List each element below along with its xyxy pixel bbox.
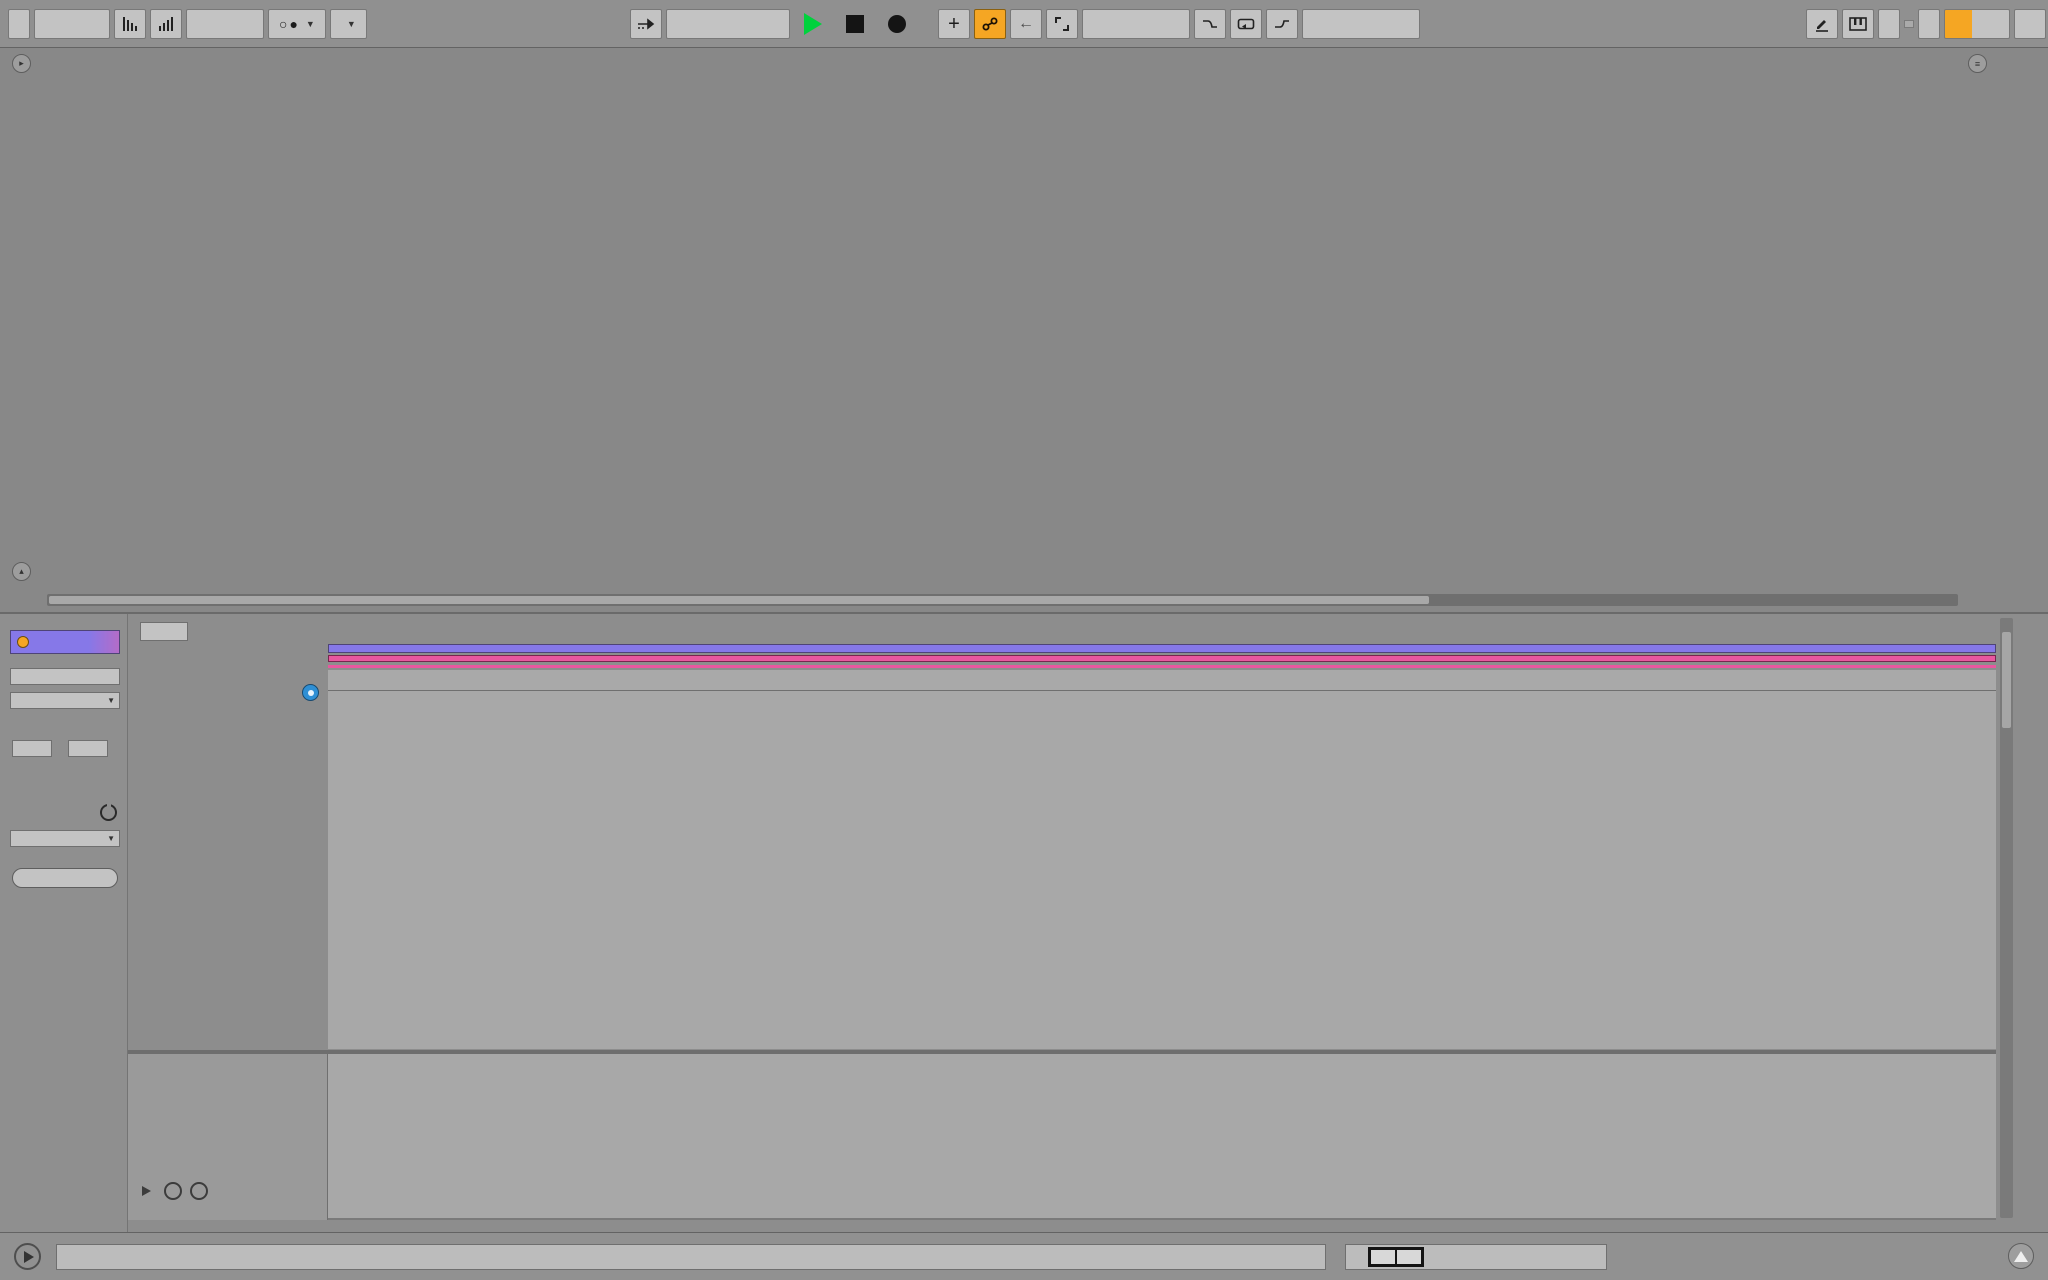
loop-bar-clip2-line [328,665,1996,668]
keyboard-icon [1849,17,1867,31]
beat-time-ruler[interactable] [328,618,1996,642]
loop-bar-clip1[interactable] [328,644,1996,653]
clip-box-toggle-icon[interactable] [164,1182,182,1200]
show-browser-button[interactable]: ▸ [12,54,31,73]
clip-color-dropdown[interactable]: ▼ [10,692,120,709]
time-signature-display[interactable] [186,9,264,39]
commit-groove-button[interactable] [12,868,118,888]
metronome-icon: ○● [279,16,300,32]
new-button[interactable]: + [938,9,970,39]
focused-clip-title-bar[interactable] [328,670,1996,691]
headphone-icon [307,689,314,696]
punch-in-button[interactable] [1194,9,1226,39]
session-overdub-button[interactable] [974,9,1006,39]
midi-note-grid[interactable] [328,691,1996,1049]
io-group [1806,9,2046,39]
scrollbar-handle[interactable] [2002,632,2011,728]
draw-mode-button[interactable] [1806,9,1838,39]
follow-icon [638,18,655,30]
signature-denominator-field[interactable] [68,740,108,757]
punch-in-icon [1203,20,1217,28]
back-to-arrangement-button[interactable]: ← [1010,9,1042,39]
key-map-button[interactable] [1878,9,1900,39]
cpu-meter [1944,9,2010,39]
play-button[interactable] [794,9,832,39]
stop-icon [846,15,864,33]
nudge-up-button[interactable] [150,9,182,39]
session-view: ▸ ▴ ≡ [0,48,2048,612]
velocity-scale-column [128,1054,328,1220]
clip-header[interactable] [10,630,120,654]
transport-bar: ○● ▼ ▼ + ← ○ [0,0,2048,48]
zoom-handle[interactable] [1368,1247,1424,1267]
chevron-down-icon: ▼ [107,834,115,843]
fold-button[interactable] [140,622,188,641]
loop-icon [1237,18,1255,30]
loop-length-display[interactable] [1302,9,1420,39]
punch-out-button[interactable] [1266,9,1298,39]
play-icon [804,13,822,35]
clip-overview-zoom-bar[interactable] [1345,1244,1607,1270]
automation-arm-icon [1055,17,1069,31]
loop-start-display[interactable] [1082,9,1190,39]
signature-numerator-field[interactable] [12,740,52,757]
record-icon [888,15,906,33]
play-icon [24,1250,34,1263]
scrollbar-handle[interactable] [49,596,1429,604]
clip-loop-bars[interactable] [328,642,1996,670]
loop-group [1082,9,1420,39]
record-button[interactable] [878,9,916,39]
preview-play-button[interactable] [14,1243,41,1270]
status-bar [0,1232,2048,1280]
quantization-menu[interactable]: ▼ [329,9,367,39]
push-status-button[interactable] [2008,1243,2034,1269]
loop-bar-clip2[interactable] [328,655,1996,662]
envelope-box-toggle-icon[interactable] [190,1182,208,1200]
device-chain-preview[interactable] [1640,1241,1644,1273]
groove-dropdown[interactable]: ▼ [10,830,120,847]
groove-pool-icon[interactable] [100,803,117,821]
scene-overview-toggle[interactable]: ≡ [1968,54,1987,73]
show-detail-button[interactable]: ▴ [12,562,31,581]
editor-vertical-scrollbar[interactable] [2000,618,2013,1218]
disk-overload-indicator [2014,9,2046,39]
triangle-icon [2014,1250,2028,1262]
nudge-down-button[interactable] [114,9,146,39]
chevron-down-icon: ▼ [346,19,356,29]
midi-map-button[interactable] [1918,9,1940,39]
play-icon[interactable] [142,1186,151,1196]
tempo-display[interactable] [34,9,110,39]
metronome-button[interactable]: ○● ▼ [268,9,326,39]
clip-name-field[interactable] [10,668,120,685]
selection-info-bar [56,1244,1326,1270]
velocity-baseline [328,1218,1996,1220]
playback-group: + ← ○ [630,9,1114,39]
chevron-down-icon: ▼ [107,696,115,705]
key-indicator [1904,20,1914,28]
chevron-down-icon: ▼ [305,19,315,29]
tempo-group: ○● ▼ ▼ [8,9,367,39]
stop-button[interactable] [836,9,874,39]
loop-button[interactable] [1230,9,1262,39]
tap-tempo-button[interactable] [8,9,30,39]
clip-detail-view: ▼ ▼ [0,612,2048,1234]
velocity-lane[interactable] [328,1054,1996,1220]
computer-midi-keyboard-button[interactable] [1842,9,1874,39]
overdub-chain-icon [982,17,998,31]
pencil-icon [1816,20,1828,32]
arrangement-position-display[interactable] [666,9,790,39]
preview-audition-button[interactable] [302,684,319,701]
clip-properties-panel: ▼ ▼ [0,614,128,1234]
session-horizontal-scrollbar[interactable] [47,594,1958,606]
follow-button[interactable] [630,9,662,39]
clip-activator-icon[interactable] [17,636,29,648]
automation-arm-button[interactable] [1046,9,1078,39]
punch-out-icon [1275,20,1289,28]
